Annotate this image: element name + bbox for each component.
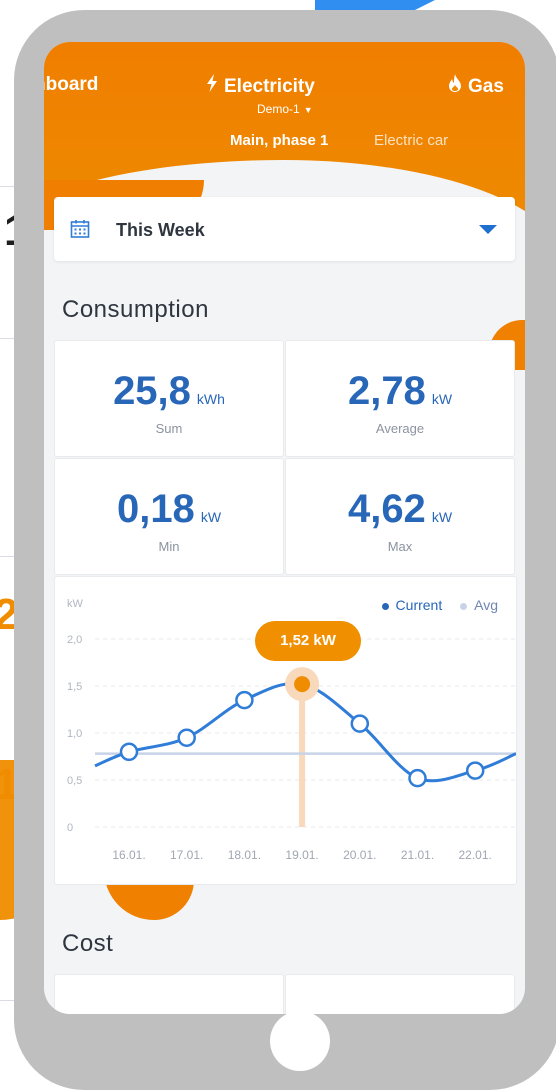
- data-point: [408, 768, 427, 788]
- legend-item-current[interactable]: Current: [381, 597, 443, 613]
- legend-label: Current: [395, 597, 443, 613]
- legend-dot: [381, 602, 389, 610]
- x-tick-label: 18.01.: [228, 848, 261, 862]
- data-point: [177, 728, 196, 747]
- legend-item-avg[interactable]: Avg: [460, 597, 498, 613]
- calendar-icon: [70, 219, 90, 244]
- cost-card: [54, 974, 284, 1014]
- caret-down-icon: ▼: [303, 105, 313, 115]
- stat-card-min: 0,18 kW Min: [54, 458, 284, 575]
- stat-caption: Average: [375, 421, 425, 436]
- consumption-chart: kW 0 0,5 1,0 1,5 2,0 16.01. 17.01. 18.01. 19.01. 2…: [54, 576, 517, 885]
- stat-value: 4,62: [347, 487, 426, 531]
- x-tick-label: 21.01.: [401, 848, 434, 862]
- stat-caption: Min: [158, 539, 180, 554]
- x-tick-label: 22.01.: [459, 848, 492, 862]
- x-tick-label: 20.01.: [343, 848, 376, 862]
- data-point: [465, 761, 485, 780]
- tab-dashboard[interactable]: hboard: [44, 74, 98, 96]
- y-tick-label: 0: [67, 822, 73, 834]
- stat-unit: kW: [200, 509, 222, 525]
- data-point: [119, 742, 139, 762]
- tab-label: Gas: [468, 76, 504, 97]
- x-tick-label: 16.01.: [112, 848, 145, 862]
- y-tick-label: 2,0: [67, 634, 82, 646]
- chart-tooltip: 1,52 kW: [255, 621, 361, 661]
- dropdown-arrow-icon: [479, 225, 497, 234]
- y-tick-label: 1,5: [67, 681, 82, 693]
- flame-icon: [448, 74, 462, 98]
- home-button[interactable]: [270, 1011, 330, 1071]
- tab-label: Electricity: [224, 76, 315, 97]
- stat-caption: Sum: [155, 421, 183, 436]
- section-title-cost: Cost: [62, 930, 114, 957]
- stat-card-average: 2,78 kW Average: [285, 340, 515, 457]
- chart-legend: Current Avg: [368, 597, 498, 613]
- tab-electricity[interactable]: Electricity: [206, 74, 315, 98]
- legend-dot: [460, 602, 468, 610]
- subtab-main-phase[interactable]: Main, phase 1: [230, 132, 328, 149]
- stat-unit: kWh: [196, 391, 225, 407]
- period-label: This Week: [116, 220, 205, 240]
- cost-card: [285, 974, 515, 1014]
- stat-value: 2,78: [347, 369, 426, 413]
- y-axis-label: kW: [67, 598, 84, 610]
- section-title-consumption: Consumption: [62, 296, 209, 323]
- stat-value: 25,8: [113, 369, 191, 413]
- tab-label: hboard: [44, 74, 99, 95]
- legend-label: Avg: [474, 597, 498, 613]
- stat-value: 0,18: [116, 487, 195, 531]
- stat-card-max: 4,62 kW Max: [285, 458, 515, 575]
- device-label: Demo-1: [257, 102, 300, 116]
- x-tick-label: 19.01.: [285, 848, 318, 862]
- stat-caption: Max: [387, 539, 413, 554]
- data-point: [350, 714, 370, 733]
- device-select[interactable]: Demo-1 ▼: [257, 102, 313, 116]
- y-tick-label: 1,0: [67, 728, 82, 740]
- x-tick-label: 17.01.: [170, 848, 203, 862]
- app-screen: hboard Electricity Demo-1▼ Gas Main, pha…: [44, 42, 525, 1014]
- stat-card-sum: 25,8 kWh Sum: [54, 340, 284, 457]
- data-point-highlight: [294, 676, 311, 693]
- subtab-electric-car[interactable]: Electric car: [374, 132, 448, 149]
- bolt-icon: [206, 74, 218, 98]
- data-point: [235, 690, 254, 710]
- stat-unit: kW: [431, 391, 453, 407]
- y-tick-label: 0,5: [67, 775, 82, 787]
- tab-gas[interactable]: Gas: [448, 74, 504, 98]
- period-select[interactable]: This Week: [54, 197, 515, 261]
- stat-unit: kW: [431, 509, 453, 525]
